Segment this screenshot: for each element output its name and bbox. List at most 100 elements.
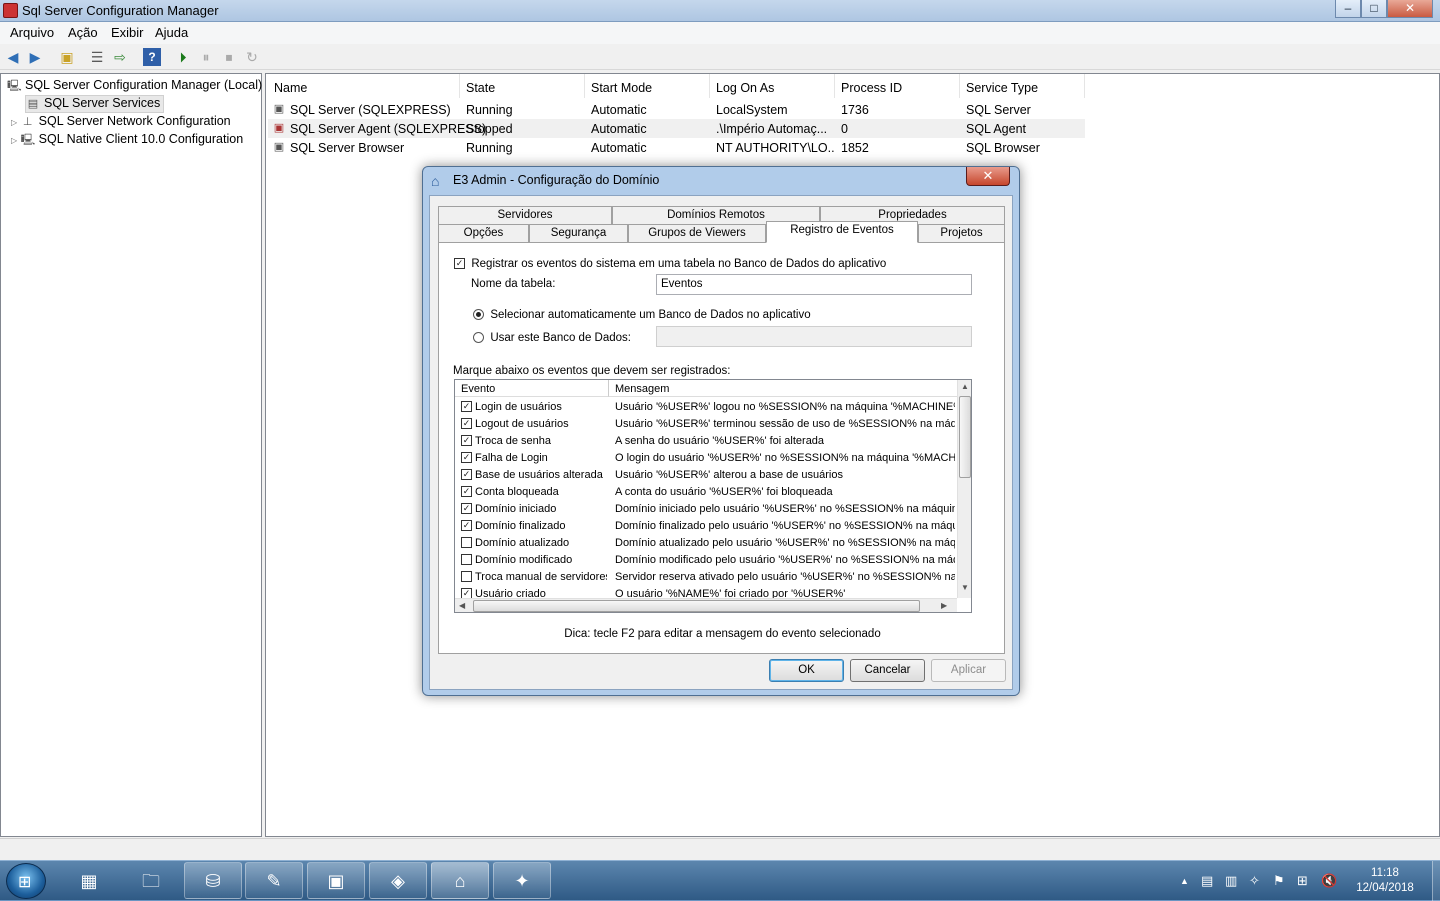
checkbox-unchecked-icon[interactable] bbox=[461, 554, 472, 565]
scroll-left-icon[interactable]: ◀ bbox=[459, 601, 465, 610]
checkbox-checked-icon[interactable]: ✓ bbox=[461, 418, 472, 429]
tree-item-network-configuration[interactable]: ▷ ⊥ SQL Server Network Configuration bbox=[11, 114, 231, 129]
checkbox-checked-icon[interactable]: ✓ bbox=[461, 469, 472, 480]
list-item[interactable]: ✓ Conta bloqueada A conta do usuário '%USE… bbox=[455, 484, 957, 501]
radio-manual-database[interactable]: Usar este Banco de Dados: bbox=[473, 330, 631, 344]
show-hidden-icons-icon[interactable]: ▲ bbox=[1180, 876, 1189, 886]
list-item[interactable]: ✓ Base de usuários alterada Usuário '%USER… bbox=[455, 467, 957, 484]
keyboard-icon[interactable]: ▤ bbox=[1201, 873, 1213, 889]
forward-arrow-icon[interactable]: ▶ bbox=[26, 48, 44, 66]
tree-pane[interactable]: 🖳 SQL Server Configuration Manager (Local… bbox=[0, 73, 262, 837]
ok-button[interactable]: OK bbox=[769, 659, 844, 682]
table-row[interactable]: ▣ SQL Server Browser Running Automatic N… bbox=[268, 138, 1085, 157]
tab-projetos[interactable]: Projetos bbox=[918, 224, 1005, 242]
checkbox-unchecked-icon[interactable] bbox=[461, 537, 472, 548]
tab-opcoes[interactable]: Opções bbox=[438, 224, 529, 242]
list-item[interactable]: ✓ Logout de usuários Usuário '%USER%' term… bbox=[455, 416, 957, 433]
checkbox-checked-icon[interactable]: ✓ bbox=[461, 588, 472, 598]
column-header-evento[interactable]: Evento bbox=[455, 380, 609, 397]
list-item[interactable]: Domínio atualizado Domínio atualizado pel… bbox=[455, 535, 957, 552]
scroll-right-icon[interactable]: ▶ bbox=[941, 601, 947, 610]
manual-database-input[interactable] bbox=[656, 326, 972, 347]
menu-acao[interactable]: Ação bbox=[68, 25, 98, 40]
column-header-service-type[interactable]: Service Type bbox=[960, 74, 1085, 98]
column-header-name[interactable]: Name bbox=[268, 74, 460, 98]
tree-root[interactable]: 🖳 SQL Server Configuration Manager (Local… bbox=[7, 78, 262, 93]
close-button[interactable]: ✕ bbox=[1387, 0, 1433, 18]
tab-grupos-de-viewers[interactable]: Grupos de Viewers bbox=[628, 224, 766, 242]
dialog-close-button[interactable]: ✕ bbox=[966, 167, 1010, 186]
expand-triangle-icon[interactable]: ▷ bbox=[11, 136, 17, 145]
table-row[interactable]: ▣ SQL Server (SQLEXPRESS) Running Automa… bbox=[268, 100, 1085, 119]
tools-icon[interactable]: ✧ bbox=[1249, 873, 1260, 889]
column-header-log-on-as[interactable]: Log On As bbox=[710, 74, 835, 98]
tree-item-native-client-configuration[interactable]: ▷ 🖳 SQL Native Client 10.0 Configuration bbox=[11, 132, 243, 147]
show-desktop-button[interactable] bbox=[1432, 861, 1440, 901]
properties-icon[interactable]: ☰ bbox=[88, 48, 106, 66]
column-header-process-id[interactable]: Process ID bbox=[835, 74, 960, 98]
terminal-monitor-icon[interactable]: ▣ bbox=[307, 862, 365, 899]
checkbox-checked-icon[interactable]: ✓ bbox=[461, 452, 472, 463]
start-service-icon[interactable]: ⏵ bbox=[174, 48, 192, 66]
checkbox-checked-icon[interactable]: ✓ bbox=[461, 435, 472, 446]
package-icon[interactable]: ◈ bbox=[369, 862, 427, 899]
checkbox-unchecked-icon[interactable] bbox=[461, 571, 472, 582]
tab-servidores[interactable]: Servidores bbox=[438, 206, 612, 224]
list-item[interactable]: ✓ Usuário criado O usuário '%NAME%' foi cr… bbox=[455, 586, 957, 598]
clock[interactable]: 11:18 12/04/2018 bbox=[1350, 866, 1420, 896]
checkbox-checked-icon[interactable]: ✓ bbox=[461, 503, 472, 514]
menu-ajuda[interactable]: Ajuda bbox=[155, 25, 188, 40]
list-item[interactable]: ✓ Troca de senha A senha do usuário '%USER… bbox=[455, 433, 957, 450]
device-icon[interactable]: ▥ bbox=[1225, 873, 1237, 889]
network-icon[interactable]: ⊞ bbox=[1297, 873, 1308, 889]
e3-admin-icon[interactable]: ⌂ bbox=[431, 862, 489, 899]
table-row[interactable]: ▣ SQL Server Agent (SQLEXPRESS) Stopped … bbox=[268, 119, 1085, 138]
menu-arquivo[interactable]: Arquivo bbox=[10, 25, 54, 40]
back-arrow-icon[interactable]: ◀ bbox=[4, 48, 22, 66]
minimize-button[interactable]: ‒ bbox=[1335, 0, 1361, 18]
radio-selected-icon[interactable] bbox=[473, 309, 484, 321]
checkbox-checked-icon[interactable]: ✓ bbox=[461, 401, 472, 412]
list-item[interactable]: ✓ Login de usuários Usuário '%USER%' logou… bbox=[455, 399, 957, 416]
export-icon[interactable]: ⇨ bbox=[111, 48, 129, 66]
maximize-button[interactable]: □ bbox=[1361, 0, 1387, 18]
column-header-state[interactable]: State bbox=[460, 74, 585, 98]
checkbox-checked-icon[interactable]: ✓ bbox=[454, 258, 465, 270]
menu-exibir[interactable]: Exibir bbox=[111, 25, 144, 40]
tab-registro-de-eventos[interactable]: Registro de Eventos bbox=[766, 221, 918, 243]
table-name-input[interactable]: Eventos bbox=[656, 274, 972, 295]
list-item[interactable]: ✓ Domínio finalizado Domínio finalizado pe… bbox=[455, 518, 957, 535]
pause-service-icon[interactable]: ⏸ bbox=[197, 48, 215, 66]
radio-auto-database[interactable]: Selecionar automaticamente um Banco de D… bbox=[473, 307, 811, 321]
checkbox-checked-icon[interactable]: ✓ bbox=[461, 486, 472, 497]
paint-icon[interactable]: ✦ bbox=[493, 862, 551, 899]
restart-service-icon[interactable]: ↻ bbox=[243, 48, 261, 66]
volume-muted-icon[interactable]: 🔇 bbox=[1321, 873, 1337, 889]
action-center-flag-icon[interactable]: ⚑ bbox=[1273, 873, 1285, 889]
radio-unselected-icon[interactable] bbox=[473, 332, 484, 344]
checkbox-checked-icon[interactable]: ✓ bbox=[461, 520, 472, 531]
sql-config-manager-icon[interactable]: ⛁ bbox=[184, 862, 242, 899]
events-list[interactable]: Evento Mensagem ✓ Login de usuários Usuári… bbox=[454, 379, 972, 613]
vertical-scrollbar[interactable]: ▲ ▼ bbox=[957, 380, 971, 598]
start-button[interactable]: ⊞ bbox=[6, 863, 46, 899]
notepad-icon[interactable]: ✎ bbox=[245, 862, 303, 899]
column-header-start-mode[interactable]: Start Mode bbox=[585, 74, 710, 98]
help-icon[interactable]: ? bbox=[143, 48, 161, 66]
horizontal-scrollbar[interactable]: ◀ ▶ bbox=[455, 598, 957, 612]
stop-service-icon[interactable]: ⏹ bbox=[220, 48, 238, 66]
vertical-scroll-thumb[interactable] bbox=[959, 396, 971, 478]
column-header-mensagem[interactable]: Mensagem bbox=[609, 380, 957, 397]
scroll-down-icon[interactable]: ▼ bbox=[961, 583, 969, 592]
list-item[interactable]: Troca manual de servidores Servidor reser… bbox=[455, 569, 957, 586]
scroll-up-icon[interactable]: ▲ bbox=[961, 382, 969, 391]
title-bar[interactable]: Sql Server Configuration Manager ‒ □ ✕ bbox=[0, 0, 1440, 22]
apply-button[interactable]: Aplicar bbox=[931, 659, 1006, 682]
list-item[interactable]: Domínio modificado Domínio modificado pel… bbox=[455, 552, 957, 569]
calculator-icon[interactable]: ▦ bbox=[60, 862, 118, 899]
explorer-folder-icon[interactable]: 🗀 bbox=[122, 862, 180, 899]
tree-item-sql-server-services[interactable]: ▤ SQL Server Services bbox=[25, 95, 165, 113]
cancel-button[interactable]: Cancelar bbox=[850, 659, 925, 682]
up-folder-icon[interactable]: ▣ bbox=[58, 48, 76, 66]
tab-seguranca[interactable]: Segurança bbox=[529, 224, 628, 242]
